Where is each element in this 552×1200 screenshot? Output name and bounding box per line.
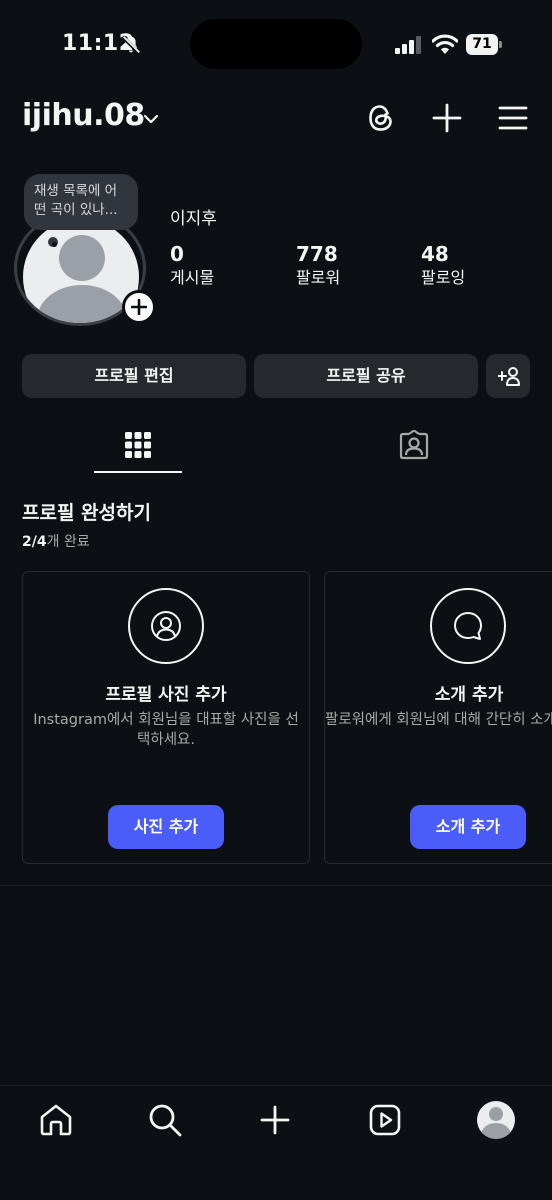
profile-avatar[interactable]	[477, 1101, 515, 1139]
avatar-body	[481, 1123, 511, 1139]
note-bubble[interactable]: 재생 목록에 어떤 곡이 있나...	[24, 174, 138, 230]
menu-icon[interactable]	[496, 101, 530, 135]
stat-posts[interactable]: 0 게시물	[170, 242, 214, 290]
tab-posts-grid[interactable]	[94, 426, 182, 474]
avatar-head	[59, 235, 105, 281]
username[interactable]: ijihu.08	[22, 98, 145, 133]
add-photo-card: 프로필 사진 추가 Instagram에서 회원님을 대표할 사진을 선택하세요…	[22, 571, 310, 864]
nav-create[interactable]	[257, 1102, 293, 1138]
progress-suffix: 개 완료	[46, 534, 90, 550]
bell-slash-icon	[121, 35, 141, 55]
speech-bubble-icon	[454, 612, 482, 640]
complete-profile-progress: 2/4개 완료	[22, 531, 90, 551]
plus-small-icon	[131, 299, 147, 315]
nav-reels[interactable]	[367, 1102, 403, 1138]
progress-count: 2/4	[22, 534, 47, 550]
battery-icon: 71	[466, 34, 502, 55]
card-icon-circle	[128, 588, 204, 664]
add-photo-button[interactable]: 사진 추가	[108, 805, 224, 849]
threads-icon[interactable]	[364, 101, 398, 135]
nav-home[interactable]	[38, 1102, 74, 1138]
card-description: Instagram에서 회원님을 대표할 사진을 선택하세요.	[33, 712, 299, 748]
avatar-body	[37, 285, 127, 323]
add-story-button[interactable]	[122, 290, 156, 324]
plus-icon[interactable]	[430, 101, 464, 135]
tagged-icon	[399, 430, 429, 460]
edit-profile-button[interactable]: 프로필 편집	[22, 354, 246, 398]
section-divider	[0, 885, 552, 886]
add-person-icon	[498, 367, 520, 386]
stat-label: 게시물	[170, 268, 215, 287]
grid-icon	[125, 432, 151, 458]
avatar-head	[489, 1107, 503, 1121]
reels-icon	[369, 1104, 401, 1136]
discover-people-button[interactable]	[486, 354, 530, 398]
tab-tagged[interactable]	[370, 426, 458, 474]
note-bubble-tail-dot	[52, 242, 57, 247]
bottom-nav	[0, 1085, 552, 1200]
card-description: 팔로워에게 회원님에 대해 간단히 소개해주세요.	[325, 712, 552, 728]
stat-value: 48	[421, 242, 449, 266]
card-title: 소개 추가	[434, 685, 504, 705]
battery-nub	[499, 41, 502, 48]
status-bar: 11:12 71	[0, 0, 552, 90]
battery-level: 71	[466, 34, 498, 55]
stat-label: 팔로잉	[421, 268, 466, 287]
nav-search[interactable]	[147, 1102, 183, 1138]
profile-header: ijihu.08	[0, 96, 552, 146]
display-name: 이지후	[170, 209, 217, 229]
add-bio-button[interactable]: 소개 추가	[410, 805, 526, 849]
home-icon	[40, 1104, 72, 1136]
wifi-icon	[432, 34, 458, 54]
stat-following[interactable]: 48 팔로잉	[421, 242, 465, 290]
active-tab-indicator	[94, 471, 182, 473]
profile-screen: 11:12 71 ijihu.08 재생 목록에 어떤 곡이 있나... 이지후…	[0, 0, 552, 1200]
dynamic-island	[190, 19, 362, 69]
stat-label: 팔로워	[296, 268, 341, 287]
search-icon	[149, 1104, 182, 1137]
card-title: 프로필 사진 추가	[105, 685, 227, 705]
person-circle-icon	[151, 611, 181, 641]
chevron-down-icon[interactable]	[142, 110, 160, 128]
complete-profile-title: 프로필 완성하기	[22, 502, 151, 524]
stat-followers[interactable]: 778 팔로워	[296, 242, 340, 290]
add-bio-card: 소개 추가 팔로워에게 회원님에 대해 간단히 소개해주세요. 소개 추가	[324, 571, 552, 864]
share-profile-button[interactable]: 프로필 공유	[254, 354, 478, 398]
signal-icon	[395, 36, 421, 54]
create-icon	[260, 1105, 290, 1135]
card-icon-circle	[430, 588, 506, 664]
stat-value: 0	[170, 242, 184, 266]
stat-value: 778	[296, 242, 338, 266]
